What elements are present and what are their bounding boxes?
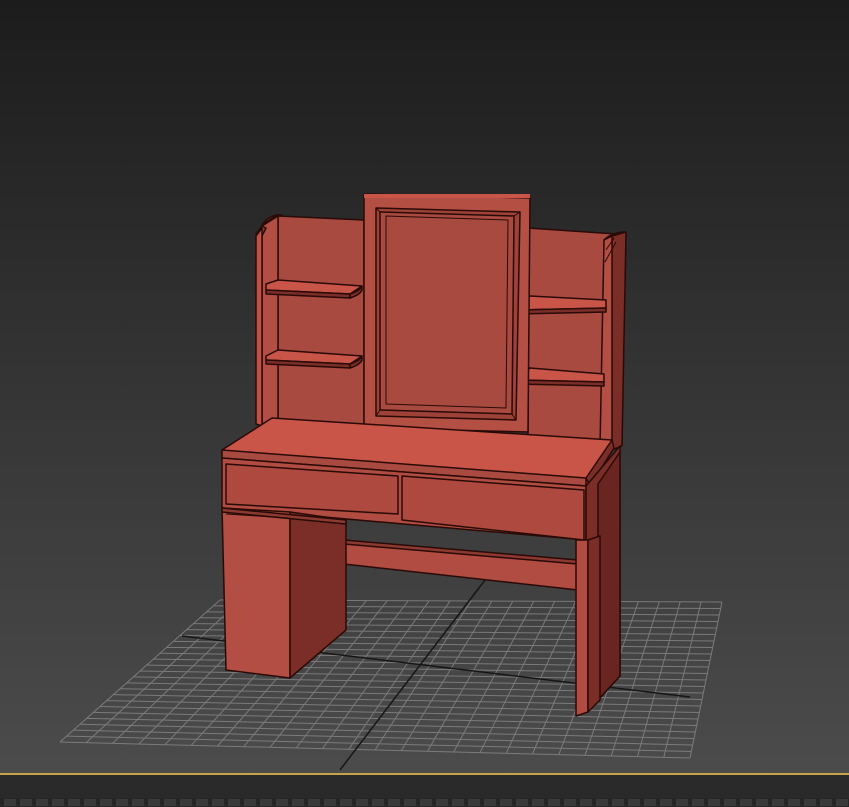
timeline-tick [404,799,416,806]
timeline-tick [52,799,64,806]
timeline-tick [308,799,320,806]
timeline-tick [740,799,752,806]
timeline-ticks [4,799,848,806]
timeline-tick [452,799,464,806]
timeline-tick [116,799,128,806]
timeline-tick [4,799,16,806]
timeline-tick [516,799,528,806]
timeline-tick [100,799,112,806]
timeline-tick [260,799,272,806]
timeline-tick [756,799,768,806]
timeline-tick [148,799,160,806]
timeline-tick [708,799,720,806]
timeline-tick [468,799,480,806]
viewport-canvas[interactable] [0,0,849,807]
timeline-tick [580,799,592,806]
timeline-tick [340,799,352,806]
timeline-tick [724,799,736,806]
timeline-tick [324,799,336,806]
timeline-tick [372,799,384,806]
timeline-tick [836,799,848,806]
timeline-tick [548,799,560,806]
timeline-tick [196,799,208,806]
right-leg [575,535,601,717]
timeline-tick [660,799,672,806]
mirror-frame [363,193,531,433]
hutch-right-side [599,231,627,451]
timeline-tick [356,799,368,806]
timeline-tick [532,799,544,806]
timeline-tick [20,799,32,806]
timeline-tick [276,799,288,806]
timeline-tick [436,799,448,806]
timeline-tick [788,799,800,806]
3d-viewport[interactable] [0,0,849,807]
timeline-tick [676,799,688,806]
right-shelf-upper [517,295,607,315]
timeline-tick [180,799,192,806]
timeline-tick [420,799,432,806]
timeline-ruler[interactable] [0,798,849,807]
timeline-tick [628,799,640,806]
timeline-tick [164,799,176,806]
timeline-tick [244,799,256,806]
timeline-tick [68,799,80,806]
timeline-tick [388,799,400,806]
timeline-tick [692,799,704,806]
timeline-tick [596,799,608,806]
timeline-tick [644,799,656,806]
timeline-tick [132,799,144,806]
timeline-tick [612,799,624,806]
timeline-tick [500,799,512,806]
hutch-left-side [255,214,283,427]
timeline-tick [484,799,496,806]
timeline-tick [804,799,816,806]
timeline-tick [84,799,96,806]
timeline-tick [212,799,224,806]
timeline-tick [772,799,784,806]
timeline-tick [292,799,304,806]
timeline-tick [820,799,832,806]
timeline-tick [564,799,576,806]
timeline-tick [228,799,240,806]
hutch-back-left [277,215,365,431]
viewport-bottom-band [0,775,849,798]
timeline-tick [36,799,48,806]
